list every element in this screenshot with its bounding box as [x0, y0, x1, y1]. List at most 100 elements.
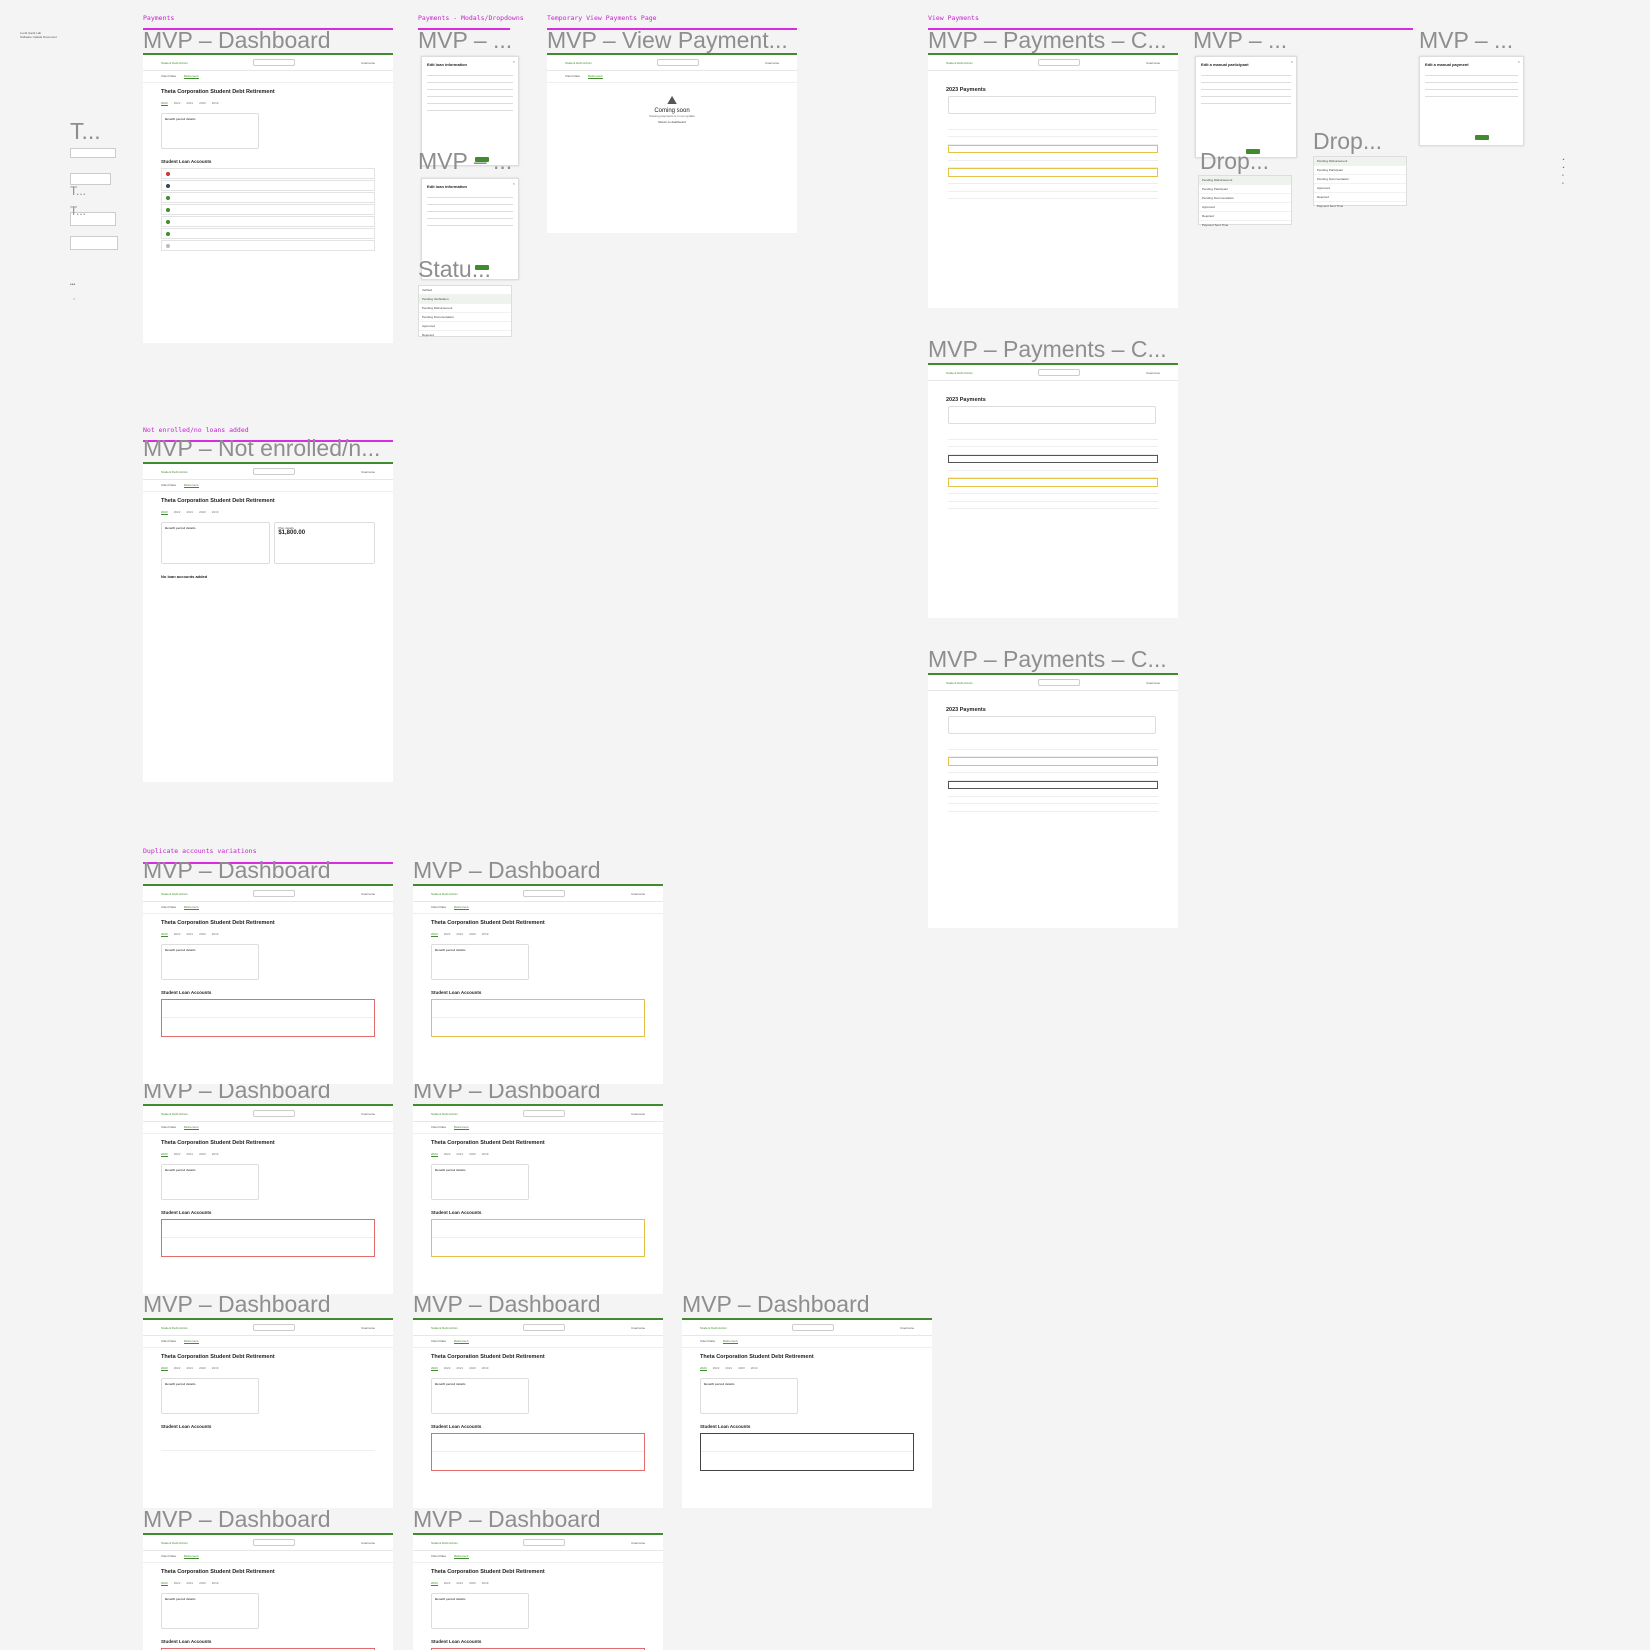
tab-retirement[interactable]: Retirement [183, 483, 199, 488]
tab-retirement[interactable]: Retirement [183, 1339, 199, 1344]
tab-year-0[interactable]: 2023 [161, 932, 168, 937]
brand-name[interactable]: Student Debt Admin [161, 1541, 188, 1545]
frame-title-status[interactable]: Statu... [418, 258, 491, 281]
coming-soon-frame[interactable]: Student Debt Admin Username Client Data … [547, 53, 797, 233]
form-field[interactable] [1201, 78, 1291, 83]
username[interactable]: Username [1146, 681, 1160, 685]
search-input[interactable] [523, 890, 566, 897]
form-field[interactable] [427, 200, 513, 205]
username[interactable]: Username [1146, 61, 1160, 65]
tab-year-1[interactable]: 2022 [444, 1152, 451, 1157]
payment-row[interactable] [948, 750, 1158, 757]
loan-row[interactable] [161, 204, 375, 215]
brand-name[interactable]: Student Debt Admin [431, 1326, 458, 1330]
tab-year-4[interactable]: 2019 [212, 1366, 219, 1371]
payment-row[interactable] [948, 471, 1158, 478]
search-input[interactable] [523, 1324, 566, 1331]
form-field[interactable] [427, 207, 513, 212]
username[interactable]: Username [361, 61, 375, 65]
form-field[interactable] [427, 106, 513, 111]
frame-title-modal-a[interactable]: MVP – ... [418, 29, 512, 52]
duplicate-row[interactable] [432, 1238, 644, 1255]
drop-option[interactable]: Payment Sent Time [1314, 202, 1406, 211]
tab-retirement[interactable]: Retirement [453, 1339, 469, 1344]
frame-title-modal-b[interactable]: MVP – ... [418, 150, 512, 173]
tab-year-4[interactable]: 2019 [212, 1152, 219, 1157]
tab-year-1[interactable]: 2022 [174, 932, 181, 937]
frame-title-dashboard[interactable]: MVP – Dashboard [143, 859, 331, 882]
frame-title-view-payment[interactable]: MVP – View Payment... [547, 29, 788, 52]
drop-option[interactable]: Pending Disbursement [1314, 157, 1406, 166]
duplicate-row[interactable] [432, 1434, 644, 1452]
loan-row[interactable] [161, 180, 375, 191]
tab-year-1[interactable]: 2022 [174, 101, 181, 106]
brand-name[interactable]: Student Debt Admin [946, 61, 973, 65]
drop-option[interactable]: Approved [1314, 184, 1406, 193]
tab-year-0[interactable]: 2023 [431, 1581, 438, 1586]
tab-year-4[interactable]: 2019 [482, 932, 489, 937]
username[interactable]: Username [631, 1326, 645, 1330]
payment-row[interactable] [948, 494, 1158, 502]
frame-title-payments-c3[interactable]: MVP – Payments – C... [928, 648, 1167, 671]
payment-row-selected[interactable] [948, 780, 1158, 789]
payment-row[interactable] [948, 742, 1158, 750]
tab-retirement[interactable]: Retirement [587, 74, 603, 79]
tab-year-0[interactable]: 2023 [161, 510, 168, 515]
payment-row[interactable] [948, 161, 1158, 168]
username[interactable]: Username [900, 1326, 914, 1330]
loan-row[interactable] [161, 168, 375, 179]
tab-year-2[interactable]: 2021 [186, 1152, 193, 1157]
duplicate-row[interactable] [162, 1018, 374, 1035]
tab-year-1[interactable]: 2022 [174, 1152, 181, 1157]
tab-year-3[interactable]: 2020 [199, 101, 206, 106]
tab-year-0[interactable]: 2023 [431, 1366, 438, 1371]
username[interactable]: Username [631, 1541, 645, 1545]
tab-year-2[interactable]: 2021 [456, 1366, 463, 1371]
tab-year-3[interactable]: 2020 [199, 510, 206, 515]
drop-dropdown-1[interactable]: Pending Disbursement Pending Participant… [1198, 175, 1292, 230]
username[interactable]: Username [361, 470, 375, 474]
dashboard-frame[interactable]: Student Debt Admin Username Client Data … [143, 1318, 393, 1508]
form-field[interactable] [427, 92, 513, 97]
tab-retirement[interactable]: Retirement [183, 1554, 199, 1559]
duplicate-accounts-box[interactable] [700, 1433, 914, 1471]
payment-row[interactable] [948, 440, 1158, 447]
tab-year-3[interactable]: 2020 [738, 1366, 745, 1371]
tab-year-3[interactable]: 2020 [469, 1152, 476, 1157]
payment-row-warning[interactable] [948, 144, 1158, 153]
frame-title-mvp-right1[interactable]: MVP – ... [1193, 29, 1287, 52]
tab-year-3[interactable]: 2020 [199, 932, 206, 937]
tab-year-2[interactable]: 2021 [186, 1581, 193, 1586]
brand-name[interactable]: Student Debt Admin [161, 1112, 188, 1116]
status-option[interactable]: Pending Documentation [419, 313, 511, 322]
loan-row[interactable] [161, 216, 375, 227]
tab-year-4[interactable]: 2019 [212, 932, 219, 937]
drop-option[interactable]: Rejected [1199, 212, 1291, 221]
status-option[interactable]: Approved [419, 322, 511, 331]
form-field[interactable] [1201, 99, 1291, 104]
tab-year-0[interactable]: 2023 [161, 1581, 168, 1586]
tab-year-3[interactable]: 2020 [469, 932, 476, 937]
close-icon[interactable]: × [513, 181, 515, 186]
drop-option[interactable]: Pending Documentation [1199, 194, 1291, 203]
payment-row[interactable] [948, 184, 1158, 192]
edit-manual-participant-modal[interactable]: Edit a manual participant × [1195, 56, 1297, 158]
tab-year-2[interactable]: 2021 [456, 1581, 463, 1586]
tab-year-3[interactable]: 2020 [469, 1366, 476, 1371]
payment-row-warning[interactable] [948, 478, 1158, 487]
payment-row[interactable] [948, 192, 1158, 199]
tab-year-4[interactable]: 2019 [212, 101, 219, 106]
form-field[interactable] [1201, 85, 1291, 90]
frame-title-dashboard[interactable]: MVP – Dashboard [413, 859, 601, 882]
brand-name[interactable]: Student Debt Admin [431, 1112, 458, 1116]
payments-frame-2[interactable]: Student Debt Admin Username 2023 Payment… [928, 363, 1178, 618]
form-field[interactable] [1425, 92, 1518, 97]
search-input[interactable] [1038, 369, 1081, 376]
dashboard-frame[interactable]: Student Debt Admin Username Client Data … [413, 884, 663, 1084]
form-field[interactable] [1425, 78, 1518, 83]
username[interactable]: Username [631, 892, 645, 896]
tab-retirement[interactable]: Retirement [183, 905, 199, 910]
tab-year-3[interactable]: 2020 [199, 1366, 206, 1371]
tab-retirement[interactable]: Retirement [453, 905, 469, 910]
tab-retirement[interactable]: Retirement [722, 1339, 738, 1344]
